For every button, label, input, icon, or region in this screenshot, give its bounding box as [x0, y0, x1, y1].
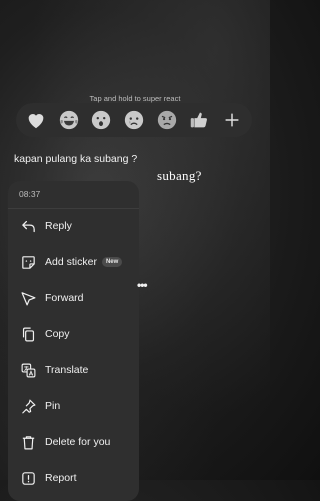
- forward-label: Forward: [45, 292, 84, 304]
- reaction-bar: [16, 103, 252, 137]
- reaction-hint: Tap and hold to super react: [89, 94, 181, 103]
- more-options-button[interactable]: •••: [137, 278, 148, 292]
- delete-for-you-button[interactable]: Delete for you: [8, 424, 139, 460]
- tears-of-joy-icon[interactable]: [57, 108, 81, 132]
- copy-label: Copy: [45, 328, 70, 340]
- pin-label: Pin: [45, 400, 61, 412]
- pin-icon: [19, 397, 37, 415]
- sticker-icon: [19, 253, 37, 271]
- message-time: 08:37: [8, 181, 139, 209]
- heart-icon[interactable]: [24, 108, 48, 132]
- translate-label: Translate: [45, 364, 89, 376]
- add-sticker-button[interactable]: Add sticker New: [8, 244, 139, 280]
- crying-face-icon[interactable]: [122, 108, 146, 132]
- copy-button[interactable]: Copy: [8, 316, 139, 352]
- reply-icon: [19, 217, 37, 235]
- report-button[interactable]: Report: [8, 460, 139, 496]
- angry-face-icon[interactable]: [155, 108, 179, 132]
- new-badge: New: [101, 257, 123, 267]
- forward-icon: [19, 289, 37, 307]
- message-text: kapan pulang ka subang ?: [14, 153, 138, 165]
- add-sticker-label: Add sticker: [45, 256, 97, 268]
- report-label: Report: [45, 472, 77, 484]
- delete-for-you-label: Delete for you: [45, 436, 111, 448]
- message-context-menu: 08:37 Reply Add sticker New Forward Copy…: [8, 181, 139, 501]
- copy-icon: [19, 325, 37, 343]
- report-icon: [19, 469, 37, 487]
- pin-button[interactable]: Pin: [8, 388, 139, 424]
- translate-icon: [19, 361, 37, 379]
- thumbs-up-icon[interactable]: [187, 108, 211, 132]
- trash-icon: [19, 433, 37, 451]
- translate-button[interactable]: Translate: [8, 352, 139, 388]
- surprised-face-icon[interactable]: [89, 108, 113, 132]
- reply-label: Reply: [45, 220, 72, 232]
- forward-button[interactable]: Forward: [8, 280, 139, 316]
- reply-button[interactable]: Reply: [8, 208, 139, 244]
- message-overlay-text: subang?: [157, 168, 202, 183]
- add-reaction-icon[interactable]: [220, 108, 244, 132]
